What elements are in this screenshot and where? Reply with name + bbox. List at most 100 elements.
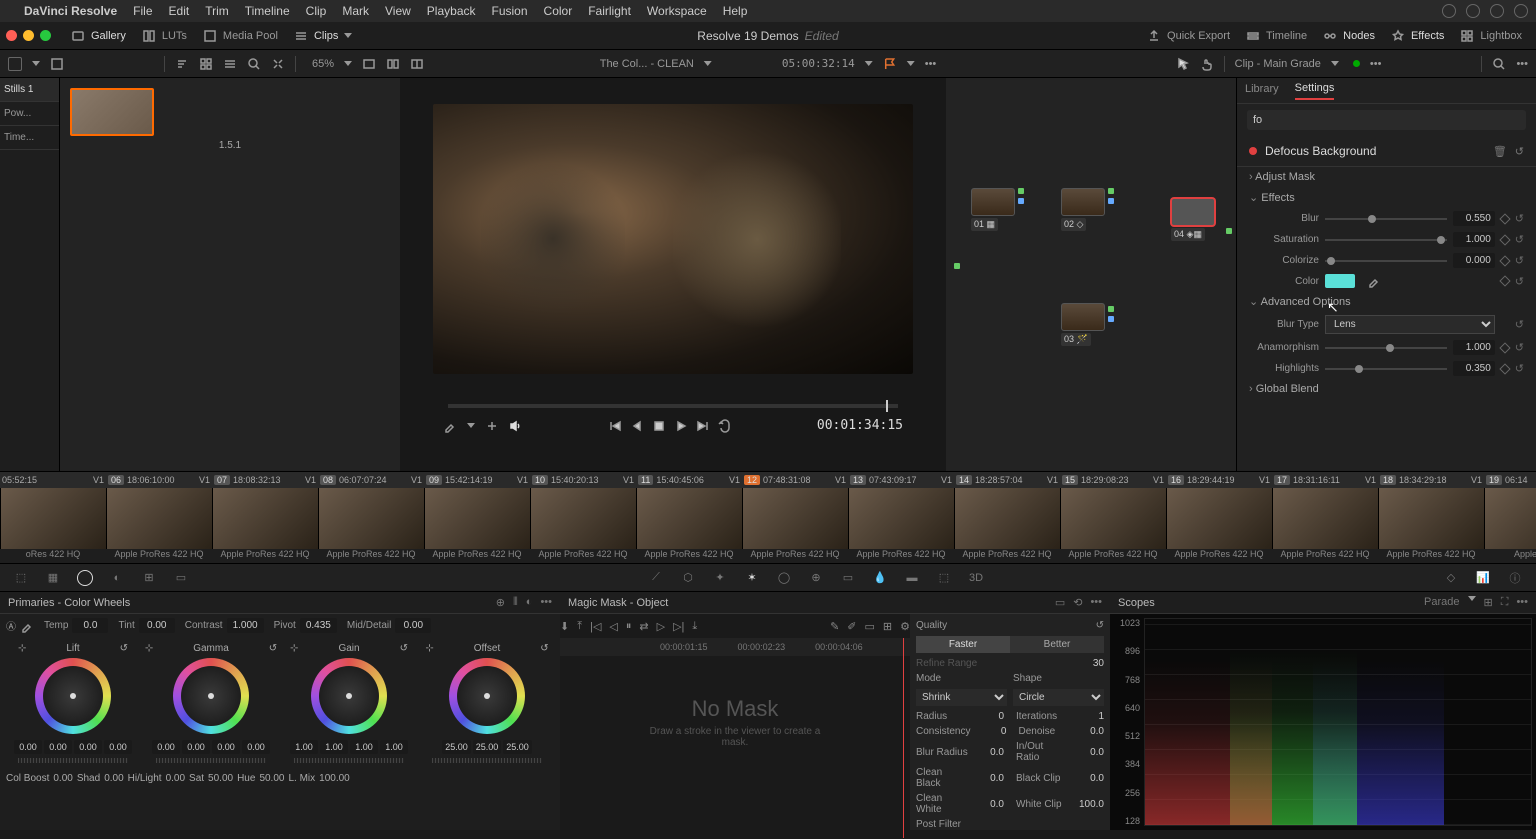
- color-wheel[interactable]: [35, 658, 111, 734]
- more-icon[interactable]: •••: [925, 58, 937, 70]
- expand-icon[interactable]: ⛶: [1501, 596, 1509, 609]
- shape-select[interactable]: Circle: [1013, 689, 1104, 706]
- tab-settings[interactable]: Settings: [1295, 82, 1335, 100]
- lmix-value[interactable]: 100.00: [319, 773, 350, 784]
- slider-saturation[interactable]: [1325, 239, 1447, 241]
- nodes-toggle[interactable]: Nodes: [1315, 29, 1383, 43]
- more-icon[interactable]: •••: [1516, 58, 1528, 70]
- gallery-toggle[interactable]: Gallery: [63, 29, 134, 43]
- still-item[interactable]: 1.5.1: [70, 88, 390, 151]
- keyframe-icon[interactable]: [1499, 255, 1510, 266]
- tab-stills[interactable]: Stills 1: [0, 78, 59, 102]
- stabilize-icon[interactable]: ▭: [839, 569, 857, 587]
- slider-colorize[interactable]: [1325, 260, 1447, 262]
- clip-item[interactable]: 1115:40:45:06V1Apple ProRes 422 HQ: [636, 472, 742, 563]
- color-wheels-icon[interactable]: [76, 569, 94, 587]
- invert-icon[interactable]: ⟲: [1073, 596, 1082, 609]
- color-swatch[interactable]: [1325, 274, 1355, 288]
- eyedropper-icon[interactable]: [1367, 274, 1381, 288]
- playhead[interactable]: [886, 400, 888, 412]
- clip-item[interactable]: 1207:48:31:08V1Apple ProRes 422 HQ: [742, 472, 848, 563]
- clip-item[interactable]: 1518:29:08:23V1Apple ProRes 422 HQ: [1060, 472, 1166, 563]
- color-wheel[interactable]: [449, 658, 525, 734]
- wheel-value[interactable]: 0.00: [212, 740, 240, 754]
- track-rev-icon[interactable]: ◁: [609, 620, 617, 633]
- clip-item[interactable]: 1718:31:16:11V1Apple ProRes 422 HQ: [1272, 472, 1378, 563]
- inout-value[interactable]: 0.0: [1074, 747, 1104, 758]
- wheel-value[interactable]: 25.00: [503, 740, 532, 754]
- reset-icon[interactable]: ↺: [1515, 362, 1524, 375]
- color-wheel[interactable]: [311, 658, 387, 734]
- status-icon-3[interactable]: [1490, 4, 1504, 18]
- reset-icon[interactable]: ↺: [1515, 212, 1524, 225]
- wand-add-icon[interactable]: ✎: [830, 620, 839, 633]
- window-icon[interactable]: ◯: [775, 569, 793, 587]
- cleanblack-value[interactable]: 0.0: [974, 773, 1004, 784]
- clip-item[interactable]: 1906:14V1Apple ProR: [1484, 472, 1536, 563]
- status-icon-2[interactable]: [1466, 4, 1480, 18]
- 3d-icon[interactable]: 3D: [967, 569, 985, 587]
- menu-clip[interactable]: Clip: [306, 4, 327, 18]
- wheel-value[interactable]: 0.00: [14, 740, 42, 754]
- overlay-icon[interactable]: ⊞: [883, 620, 892, 633]
- quality-better-button[interactable]: Better: [1010, 636, 1104, 653]
- wheel-value[interactable]: 25.00: [473, 740, 502, 754]
- list-view-icon[interactable]: [223, 57, 237, 71]
- wheel-value[interactable]: 1.00: [320, 740, 348, 754]
- param-value[interactable]: 0.350: [1453, 361, 1495, 376]
- node-out-dot[interactable]: [1108, 188, 1114, 194]
- menu-mark[interactable]: Mark: [342, 4, 369, 18]
- node-out-dot[interactable]: [1018, 188, 1024, 194]
- mute-icon[interactable]: [509, 419, 523, 433]
- node-out-dot[interactable]: [1108, 198, 1114, 204]
- clips-toggle[interactable]: Clips: [286, 29, 360, 43]
- clip-item[interactable]: 1618:29:44:19V1Apple ProRes 422 HQ: [1166, 472, 1272, 563]
- minimize-window-button[interactable]: [23, 30, 34, 41]
- menu-timeline[interactable]: Timeline: [245, 4, 290, 18]
- wheel-value[interactable]: 25.00: [442, 740, 471, 754]
- menu-playback[interactable]: Playback: [427, 4, 476, 18]
- mask-timeline[interactable]: 00:00:01:15 00:00:02:23 00:00:04:06: [560, 638, 910, 656]
- node-03[interactable]: [1061, 303, 1105, 331]
- record-timecode[interactable]: 05:00:32:14: [782, 57, 855, 70]
- mask-toggle-icon[interactable]: ▭: [865, 620, 875, 633]
- effects-toggle[interactable]: Effects: [1383, 29, 1452, 43]
- keyframe-icon[interactable]: [1499, 342, 1510, 353]
- clip-item[interactable]: 05:52:15V1oRes 422 HQ: [0, 472, 106, 563]
- cleanwhite-value[interactable]: 0.0: [974, 799, 1004, 810]
- param-value[interactable]: 1.000: [1453, 232, 1495, 247]
- master-wheel[interactable]: [432, 758, 542, 763]
- clip-item[interactable]: 1015:40:20:13V1Apple ProRes 422 HQ: [530, 472, 636, 563]
- graph-input-dot[interactable]: [954, 263, 960, 269]
- wheel-value[interactable]: 0.00: [182, 740, 210, 754]
- wheel-value[interactable]: 0.00: [242, 740, 270, 754]
- unmix-icon[interactable]: [485, 419, 499, 433]
- wheel-value[interactable]: 0.00: [152, 740, 180, 754]
- auto-balance-icon[interactable]: Ⓐ: [6, 618, 16, 633]
- clip-item[interactable]: 0618:06:10:00V1Apple ProRes 422 HQ: [106, 472, 212, 563]
- wheel-reset-icon[interactable]: ↺: [120, 643, 128, 654]
- keyframe-icon[interactable]: [1499, 275, 1510, 286]
- quality-faster-button[interactable]: Faster: [916, 636, 1010, 653]
- clip-name-display[interactable]: The Col... - CLEAN: [600, 58, 694, 70]
- tracking-icon[interactable]: ⊕: [807, 569, 825, 587]
- lightbox-toggle[interactable]: Lightbox: [1452, 29, 1530, 43]
- expand-icon[interactable]: [271, 57, 285, 71]
- app-menu[interactable]: DaVinci Resolve: [24, 4, 117, 18]
- node-04[interactable]: [1171, 198, 1215, 226]
- sort-icon[interactable]: [175, 57, 189, 71]
- scope-options-icon[interactable]: ⊞: [1484, 596, 1493, 609]
- crosshair-icon[interactable]: ⊕: [496, 596, 505, 609]
- node-02[interactable]: [1061, 188, 1105, 216]
- log-icon[interactable]: ◐: [526, 596, 533, 609]
- section-global-blend[interactable]: Global Blend: [1237, 379, 1536, 399]
- clip-item[interactable]: 1418:28:57:04V1Apple ProRes 422 HQ: [954, 472, 1060, 563]
- menu-edit[interactable]: Edit: [169, 4, 190, 18]
- overlay-icon[interactable]: ▭: [1055, 596, 1065, 609]
- split-viewer-icon[interactable]: [386, 57, 400, 71]
- reset-icon[interactable]: ↺: [1096, 620, 1104, 631]
- hue-value[interactable]: 50.00: [259, 773, 284, 784]
- scopes-icon[interactable]: 📊: [1474, 569, 1492, 587]
- wheel-value[interactable]: 1.00: [290, 740, 318, 754]
- picker-icon[interactable]: [20, 619, 34, 633]
